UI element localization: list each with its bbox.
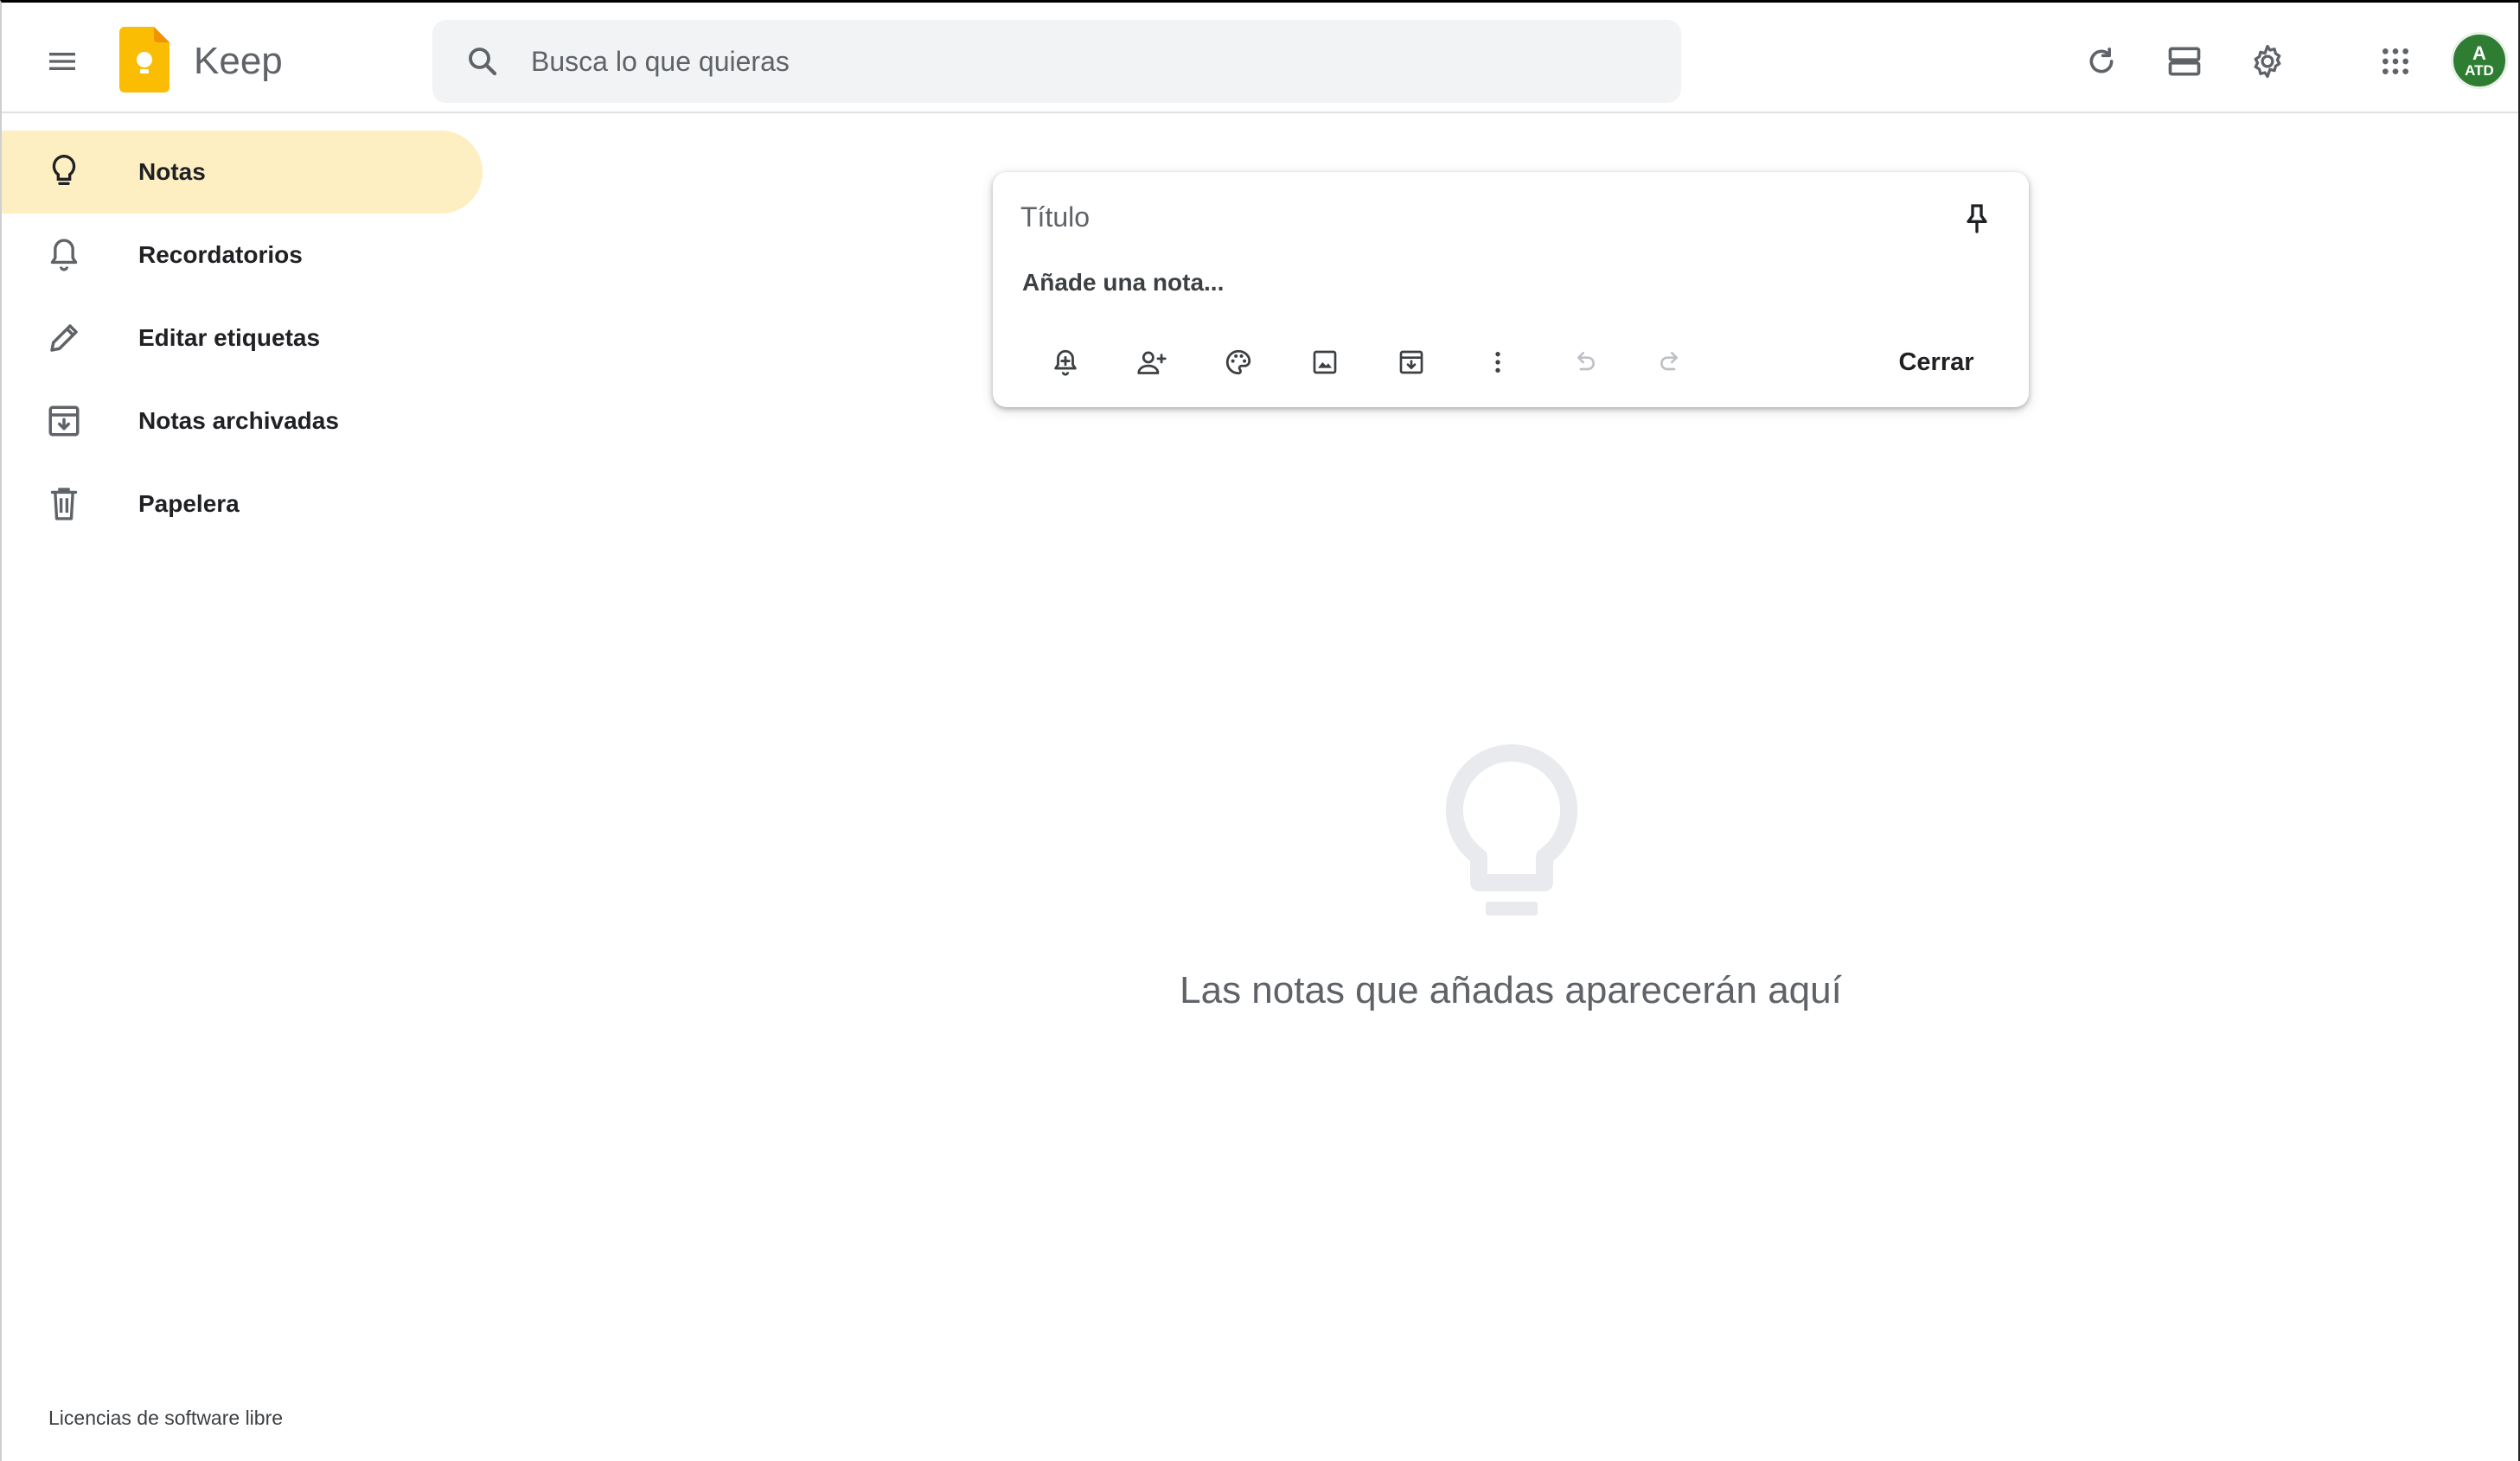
sidebar-item-label: Notas [138, 158, 206, 185]
more-options-button[interactable] [1470, 335, 1525, 390]
search-input[interactable] [529, 20, 1653, 103]
sidebar-item-label: Notas archivadas [138, 407, 339, 434]
lightbulb-icon [1446, 744, 1577, 916]
google-apps-button[interactable] [2361, 27, 2430, 96]
palette-icon [1225, 349, 1251, 375]
keep-logo-icon[interactable] [119, 27, 169, 93]
bell-icon [50, 239, 78, 271]
refresh-icon [2089, 48, 2114, 73]
sidebar-item-label: Papelera [138, 490, 240, 517]
collaborator-button[interactable] [1124, 335, 1180, 390]
list-view-icon [2168, 47, 2201, 76]
redo-button[interactable] [1643, 335, 1698, 390]
pin-icon [1967, 204, 1987, 233]
hamburger-menu-icon [49, 53, 75, 70]
background-options-button[interactable] [1211, 335, 1266, 390]
trash-icon [50, 488, 78, 520]
sidebar-item-notas[interactable]: Notas [2, 131, 483, 214]
add-image-button[interactable] [1297, 335, 1353, 390]
avatar-initial: A [2472, 41, 2486, 64]
remind-me-button[interactable] [1038, 335, 1093, 390]
lightbulb-icon [52, 154, 76, 185]
bell-plus-icon [1054, 349, 1077, 376]
note-composer: Cerrar [993, 172, 2029, 407]
redo-icon [1660, 352, 1678, 371]
app-title[interactable]: Keep [194, 35, 283, 87]
undo-button[interactable] [1557, 335, 1612, 390]
sidebar: Notas Recordatorios Editar etiquetas Not… [2, 113, 486, 1461]
search-bar[interactable] [432, 20, 1681, 103]
pin-note-button[interactable] [1948, 189, 2006, 248]
avatar-badge: ATD [2465, 61, 2494, 79]
list-view-button[interactable] [2150, 27, 2219, 96]
settings-button[interactable] [2233, 27, 2302, 96]
search-button[interactable] [458, 37, 507, 86]
more-vert-icon [1495, 352, 1500, 373]
gear-icon [2254, 44, 2281, 79]
note-body-input[interactable] [1020, 258, 1972, 307]
sidebar-item-papelera[interactable]: Papelera [2, 463, 483, 545]
image-icon [1313, 350, 1337, 374]
top-bar: Keep Busca lo que quieras A ATD [2, 3, 2518, 113]
open-source-licenses-link[interactable]: Licencias de software libre [48, 1407, 283, 1430]
sidebar-item-notas-archivadas[interactable]: Notas archivadas [2, 380, 483, 463]
sidebar-item-label: Recordatorios [138, 241, 303, 268]
archive-icon [1399, 350, 1423, 374]
keep-app: Keep Busca lo que quieras A ATD Notas Re… [0, 0, 2520, 1461]
archive-note-button[interactable] [1384, 335, 1439, 390]
search-icon [469, 48, 497, 76]
person-add-icon [1137, 351, 1167, 374]
refresh-button[interactable] [2067, 27, 2136, 96]
archive-icon [48, 405, 80, 437]
main-menu-button[interactable] [28, 27, 97, 96]
note-title-input[interactable] [1019, 188, 1927, 246]
account-avatar[interactable]: A ATD [2451, 32, 2508, 89]
apps-grid-icon [2382, 48, 2408, 74]
sidebar-item-label: Editar etiquetas [138, 324, 321, 351]
undo-icon [1577, 352, 1595, 371]
close-note-button[interactable]: Cerrar [1871, 333, 2001, 392]
empty-state-message: Las notas que añadas aparecerán aquí [1180, 969, 1842, 1011]
pencil-icon [50, 324, 78, 352]
sidebar-item-editar-etiquetas[interactable]: Editar etiquetas [2, 297, 483, 380]
sidebar-item-recordatorios[interactable]: Recordatorios [2, 214, 483, 297]
